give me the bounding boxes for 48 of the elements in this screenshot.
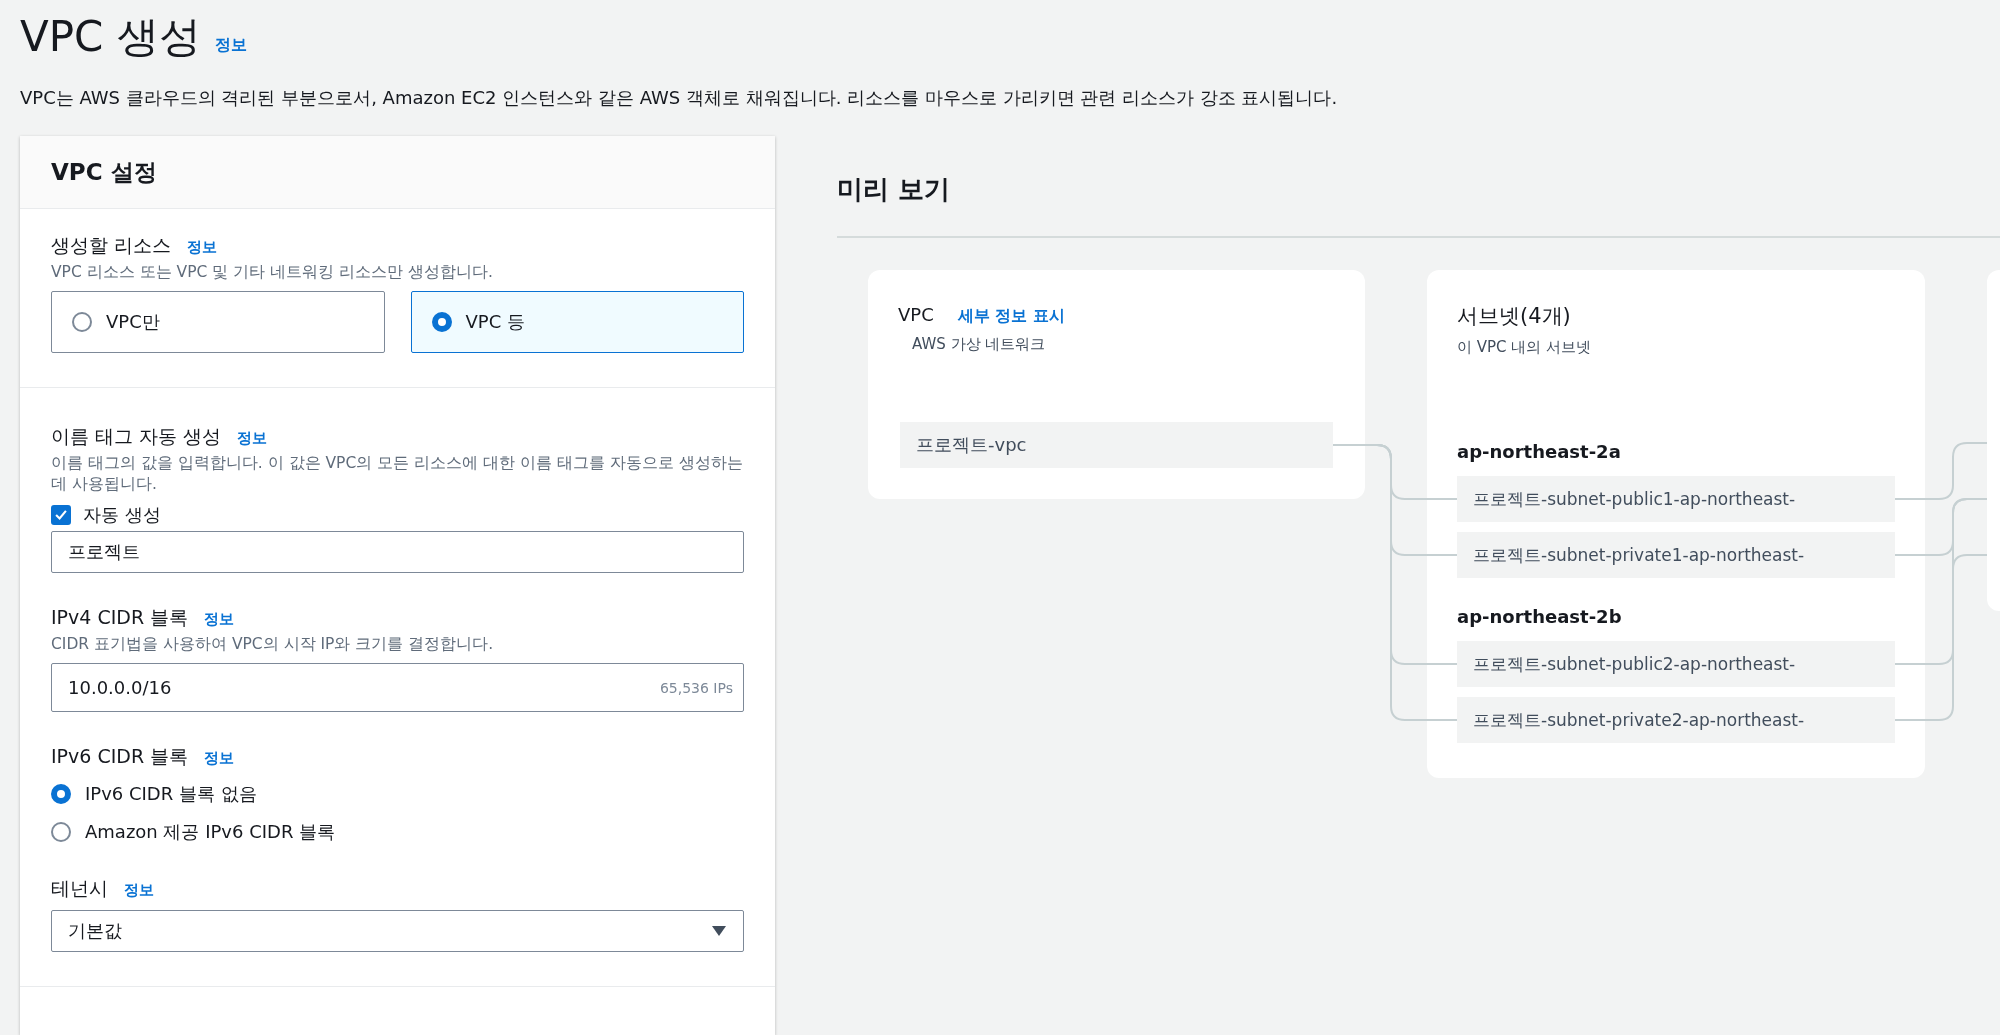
card-title: 서브넷(4개) — [1457, 303, 1572, 330]
resource-item[interactable]: 프로젝트-subnet-public1-ap-northeast- — [1457, 476, 1895, 522]
zone-label: ap-northeast-2b — [1457, 606, 1623, 627]
info-link[interactable]: 정보 — [187, 238, 218, 257]
zone-label: ap-northeast-2a — [1457, 441, 1622, 462]
radio-button[interactable] — [51, 784, 71, 804]
radio-icon — [72, 312, 92, 332]
card-subtitle: AWS 가상 네트워크 — [911, 335, 1047, 354]
card-subtitle: 이 VPC 내의 서브넷 — [1457, 338, 1593, 357]
info-link[interactable]: 정보 — [204, 749, 235, 768]
radio-label: Amazon 제공 IPv6 CIDR 블록 — [85, 820, 336, 844]
page-description: VPC는 AWS 클라우드의 격리된 부분으로서, Amazon EC2 인스턴스와 같은 AWS 객체로 채워집니다. 리소스를 마우스로 가리키면 관련 리소스가 강조 표시됩니다. — [20, 86, 1339, 110]
name-tag-input[interactable]: 프로젝트 — [51, 531, 744, 573]
cidr-input[interactable]: 10.0.0.0/16 65,536 IPs — [51, 663, 744, 712]
checkmark-icon — [54, 508, 68, 522]
checkbox[interactable] — [51, 505, 71, 525]
card-title: VPC — [898, 304, 934, 325]
field-label: IPv4 CIDR 블록 — [51, 605, 189, 630]
info-link[interactable]: 정보 — [124, 881, 154, 900]
option-tile[interactable]: VPC만 — [51, 291, 385, 353]
ip-count: 65,536 IPs — [659, 679, 733, 696]
field-description: CIDR 표기법을 사용하여 VPC의 시작 IP와 크기를 결정합니다. — [51, 634, 495, 655]
resource-item[interactable]: 프로젝트-subnet-public2-ap-northeast- — [1457, 641, 1895, 687]
info-link[interactable]: 정보 — [237, 429, 268, 448]
details-link[interactable]: 세부 정보 표시 — [957, 306, 1065, 327]
info-link[interactable]: 정보 — [204, 610, 235, 629]
radio-label: IPv6 CIDR 블록 없음 — [85, 782, 257, 806]
field-label: 생성할 리소스 — [51, 233, 172, 258]
option-label: VPC 등 — [465, 310, 525, 334]
resource-item[interactable]: 프로젝트-subnet-private1-ap-northeast- — [1457, 532, 1895, 578]
preview-title: 미리 보기 — [837, 173, 952, 206]
checkbox-label: 자동 생성 — [83, 503, 161, 527]
field-description: VPC 리소스 또는 VPC 및 기타 네트워킹 리소스만 생성합니다. — [51, 262, 494, 283]
option-tile[interactable]: VPC 등 — [410, 291, 744, 353]
radio-icon — [431, 312, 452, 332]
resource-item[interactable]: 프로젝트-vpc — [900, 422, 1333, 468]
tenancy-select[interactable]: 기본값 — [51, 910, 744, 952]
info-link[interactable]: 정보 — [214, 35, 247, 64]
field-description: 이름 태그의 값을 입력합니다. 이 값은 VPC의 모든 리소스에 대한 이름 태그를 자동으로 생성하는 데 사용됩니다. — [51, 453, 744, 495]
radio-button[interactable] — [51, 822, 71, 842]
caret-down-icon — [711, 925, 727, 937]
option-label: VPC만 — [106, 310, 160, 334]
panel-title: VPC 설정 — [51, 157, 157, 187]
page-title: VPC 생성 — [20, 11, 201, 63]
field-label: IPv6 CIDR 블록 — [51, 744, 189, 769]
field-label: 이름 태그 자동 생성 — [51, 424, 222, 449]
field-label: 테넌시 — [51, 876, 108, 901]
resource-item[interactable]: 프로젝트-subnet-private2-ap-northeast- — [1457, 697, 1895, 743]
